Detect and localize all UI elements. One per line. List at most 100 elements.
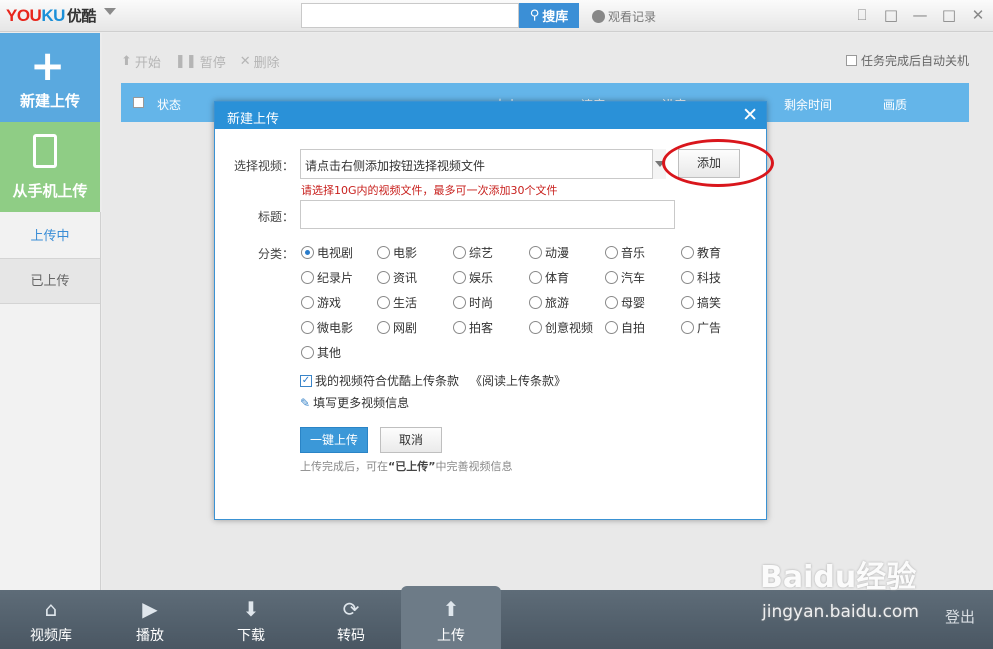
- up-arrow-icon: ⬆: [121, 54, 132, 69]
- category-radio-label: 母婴: [621, 296, 646, 310]
- category-radio-label: 广告: [697, 321, 722, 335]
- sidebar-item-uploading[interactable]: 上传中: [0, 218, 100, 256]
- nav-library-label: 视频库: [30, 628, 72, 644]
- pencil-icon: ✎: [300, 395, 311, 410]
- category-radio[interactable]: 时尚: [453, 294, 493, 311]
- nav-play[interactable]: ▶ 播放: [100, 590, 200, 649]
- category-radio[interactable]: 资讯: [377, 269, 417, 286]
- category-radio[interactable]: 母婴: [605, 294, 645, 311]
- one-click-upload-button[interactable]: 一键上传: [300, 427, 368, 453]
- category-radio-label: 网剧: [393, 321, 418, 335]
- radio-icon: [529, 246, 542, 259]
- category-radio-label: 旅游: [545, 296, 570, 310]
- logout-button[interactable]: 登出: [945, 606, 975, 627]
- video-file-field[interactable]: 请点击右侧添加按钮选择视频文件: [300, 149, 666, 179]
- category-radio[interactable]: 游戏: [301, 294, 341, 311]
- category-radio[interactable]: 综艺: [453, 244, 493, 261]
- category-radio[interactable]: 生活: [377, 294, 417, 311]
- auto-shutdown-label: 任务完成后自动关机: [860, 54, 969, 68]
- cancel-button[interactable]: 取消: [380, 427, 442, 453]
- nav-library[interactable]: ⌂ 视频库: [1, 590, 101, 649]
- category-radio[interactable]: 纪录片: [301, 269, 353, 286]
- minimize-icon[interactable]: —: [911, 6, 929, 24]
- new-upload-dialog: 新建上传 ✕ 选择视频： 请点击右侧添加按钮选择视频文件 添加 请选择10G内的…: [214, 101, 774, 520]
- column-status: 状态: [157, 98, 182, 112]
- category-radio-label: 动漫: [545, 246, 570, 260]
- radio-icon: [453, 296, 466, 309]
- new-upload-button[interactable]: + 新建上传: [0, 33, 100, 122]
- checkbox-icon: [845, 55, 857, 66]
- category-radio-label: 微电影: [317, 321, 354, 335]
- radio-icon: [377, 271, 390, 284]
- category-radio[interactable]: 创意视频: [529, 319, 593, 336]
- nav-play-label: 播放: [136, 628, 164, 644]
- watch-history-button[interactable]: 观看记录: [592, 8, 656, 25]
- start-button[interactable]: ⬆ 开始: [121, 52, 161, 71]
- title-input[interactable]: [300, 200, 675, 229]
- column-quality: 画质: [883, 98, 908, 112]
- nav-convert[interactable]: ⟳ 转码: [301, 590, 401, 649]
- radio-icon: [453, 321, 466, 334]
- sidebar-item-uploaded[interactable]: 已上传: [0, 258, 100, 304]
- radio-icon: [453, 271, 466, 284]
- delete-button[interactable]: ✕ 删除: [240, 52, 280, 71]
- category-radio-label: 汽车: [621, 271, 646, 285]
- maximize-icon[interactable]: □: [940, 6, 958, 24]
- phone-sync-icon[interactable]: ⎕: [853, 6, 871, 24]
- checkbox-checked-icon: ✓: [300, 374, 312, 387]
- category-radio[interactable]: 其他: [301, 344, 341, 361]
- category-radio[interactable]: 广告: [681, 319, 721, 336]
- category-radio[interactable]: 动漫: [529, 244, 569, 261]
- category-radio[interactable]: 微电影: [301, 319, 353, 336]
- radio-icon: [301, 321, 314, 334]
- agree-terms-label: 我的视频符合优酷上传条款: [315, 374, 460, 388]
- category-radio[interactable]: 网剧: [377, 319, 417, 336]
- category-radio[interactable]: 体育: [529, 269, 569, 286]
- convert-icon: ⟳: [342, 597, 360, 621]
- menu-dropdown-icon[interactable]: [104, 8, 116, 15]
- category-radio[interactable]: 旅游: [529, 294, 569, 311]
- column-remaining-time: 剩余时间: [784, 98, 833, 112]
- agree-terms-checkbox[interactable]: ✓ 我的视频符合优酷上传条款 《阅读上传条款》: [300, 372, 566, 389]
- auto-shutdown-checkbox[interactable]: 任务完成后自动关机: [845, 52, 969, 69]
- category-radio[interactable]: 电视剧: [301, 244, 353, 261]
- category-radio[interactable]: 娱乐: [453, 269, 493, 286]
- search-button[interactable]: ⚲ 搜库: [519, 3, 579, 28]
- clock-icon: [592, 10, 605, 23]
- category-radio[interactable]: 汽车: [605, 269, 645, 286]
- radio-icon: [605, 296, 618, 309]
- category-radio[interactable]: 搞笑: [681, 294, 721, 311]
- home-icon: ⌂: [44, 597, 58, 621]
- more-info-link[interactable]: ✎ 填写更多视频信息: [300, 394, 409, 411]
- nav-download[interactable]: ⬇ 下载: [201, 590, 301, 649]
- category-radio-label: 音乐: [621, 246, 646, 260]
- radio-icon: [529, 271, 542, 284]
- category-radio[interactable]: 音乐: [605, 244, 645, 261]
- nav-upload[interactable]: ⬆ 上传: [401, 586, 501, 649]
- phone-icon: [33, 134, 57, 168]
- category-radio[interactable]: 拍客: [453, 319, 493, 336]
- category-radio[interactable]: 科技: [681, 269, 721, 286]
- select-all-checkbox[interactable]: [133, 97, 144, 108]
- category-radio[interactable]: 教育: [681, 244, 721, 261]
- read-terms-link[interactable]: 《阅读上传条款》: [470, 372, 566, 389]
- close-icon[interactable]: ✕: [969, 6, 987, 24]
- category-radio-label: 时尚: [469, 296, 494, 310]
- search-icon: ⚲: [529, 8, 540, 23]
- search-input[interactable]: [301, 3, 519, 28]
- category-radio-label: 电影: [393, 246, 418, 260]
- radio-icon: [605, 246, 618, 259]
- pause-button[interactable]: ❚❚ 暂停: [175, 52, 226, 71]
- radio-icon: [377, 296, 390, 309]
- category-radio[interactable]: 自拍: [605, 319, 645, 336]
- radio-icon: [681, 321, 694, 334]
- dialog-close-icon[interactable]: ✕: [742, 104, 758, 126]
- radio-icon: [301, 246, 314, 259]
- message-icon[interactable]: □: [882, 6, 900, 24]
- baidu-watermark-url: jingyan.baidu.com: [762, 602, 919, 622]
- radio-icon: [529, 321, 542, 334]
- phone-upload-button[interactable]: 从手机上传: [0, 122, 100, 212]
- category-radio[interactable]: 电影: [377, 244, 417, 261]
- delete-label: 删除: [253, 56, 280, 71]
- category-radio-label: 拍客: [469, 321, 494, 335]
